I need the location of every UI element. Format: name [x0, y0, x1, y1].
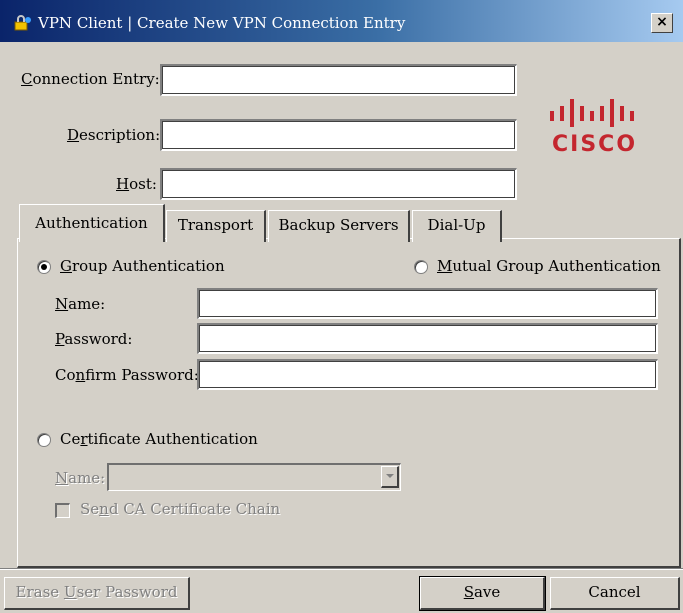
save-button[interactable]: Save	[419, 576, 546, 611]
host-label: Host:	[116, 175, 157, 193]
group-name-input[interactable]	[197, 288, 658, 319]
radio-selected-dot	[41, 264, 47, 270]
chevron-down-icon	[385, 474, 394, 478]
certificate-name-label: Name:	[55, 469, 106, 487]
tab-backup-servers[interactable]: Backup Servers	[268, 210, 410, 242]
group-authentication-radio[interactable]	[37, 260, 51, 274]
group-authentication-label: Group Authentication	[60, 257, 225, 275]
cisco-logo-icon	[550, 99, 634, 127]
mutual-group-authentication-label: Mutual Group Authentication	[437, 257, 661, 275]
group-name-label: Name:	[55, 295, 106, 313]
cancel-button[interactable]: Cancel	[550, 577, 680, 610]
save-label: Save	[463, 583, 501, 601]
certificate-authentication-label: Certificate Authentication	[60, 430, 258, 448]
confirm-password-label: Confirm Password:	[55, 366, 199, 384]
mutual-group-authentication-radio[interactable]	[414, 260, 428, 274]
close-button[interactable]: ×	[651, 13, 673, 33]
erase-user-password-button[interactable]: Erase User Password	[4, 577, 190, 610]
confirm-password-input[interactable]	[197, 359, 658, 390]
connection-entry-label: Connection Entry:	[21, 70, 160, 88]
title-bar[interactable]: VPN Client | Create New VPN Connection E…	[0, 0, 683, 42]
send-ca-chain-label: Send CA Certificate Chain	[80, 500, 281, 518]
tab-dial-up[interactable]: Dial-Up	[412, 210, 502, 242]
connection-entry-input[interactable]	[160, 64, 517, 96]
tab-authentication[interactable]: Authentication	[19, 204, 165, 242]
cisco-logo-text: CISCO	[552, 132, 638, 157]
description-label: Description:	[67, 126, 161, 144]
certificate-dropdown-button[interactable]	[381, 466, 399, 488]
description-input[interactable]	[160, 119, 517, 151]
tab-transport[interactable]: Transport	[166, 210, 266, 242]
host-input[interactable]	[160, 168, 517, 200]
certificate-name-select[interactable]	[107, 463, 401, 491]
group-password-input[interactable]	[197, 323, 658, 354]
close-icon: ×	[656, 14, 668, 30]
group-password-label: Password:	[55, 330, 133, 348]
send-ca-chain-checkbox[interactable]	[55, 503, 70, 518]
window-title: VPN Client | Create New VPN Connection E…	[38, 14, 406, 32]
certificate-authentication-radio[interactable]	[37, 433, 51, 447]
erase-user-password-label: Erase User Password	[15, 583, 178, 601]
vpn-lock-icon	[14, 15, 31, 31]
footer-separator	[0, 568, 683, 570]
